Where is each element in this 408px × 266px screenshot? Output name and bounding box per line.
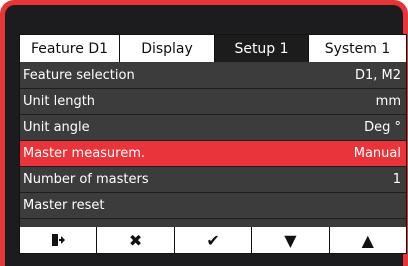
row-number-of-masters[interactable]: Number of masters 1	[20, 167, 406, 193]
row-value: D1, M2	[354, 68, 401, 83]
softkey-bar: ✖ ✔ ▼ ▲	[20, 227, 406, 253]
confirm-icon: ✔	[206, 230, 220, 250]
settings-list: Feature selection D1, M2 Unit length mm …	[20, 63, 406, 219]
tab-feature[interactable]: Feature D1	[20, 35, 120, 62]
exit-button[interactable]	[20, 227, 98, 253]
tab-system[interactable]: System 1	[309, 35, 406, 62]
row-master-reset[interactable]: Master reset	[20, 193, 406, 219]
row-label: Number of masters	[23, 172, 149, 187]
row-label: Unit length	[23, 94, 96, 109]
tab-bar: Feature D1 Display Setup 1 System 1	[20, 35, 406, 62]
row-label: Master measurem.	[23, 146, 146, 161]
arrow-down-icon: ▼	[284, 230, 297, 250]
display-screen: Feature D1 Display Setup 1 System 1 Feat…	[19, 34, 407, 254]
cancel-icon: ✖	[128, 230, 143, 250]
row-unit-length[interactable]: Unit length mm	[20, 89, 406, 115]
row-label: Unit angle	[23, 120, 90, 135]
row-master-measurement[interactable]: Master measurem. Manual	[20, 141, 406, 167]
tab-display[interactable]: Display	[120, 35, 215, 62]
arrow-up-icon: ▲	[361, 230, 374, 250]
row-label: Master reset	[23, 198, 105, 213]
device-bezel: Feature D1 Display Setup 1 System 1 Feat…	[5, 5, 407, 266]
confirm-button[interactable]: ✔	[175, 227, 253, 253]
exit-icon	[51, 233, 66, 247]
up-button[interactable]: ▲	[330, 227, 406, 253]
row-value: Manual	[353, 146, 401, 161]
tab-setup[interactable]: Setup 1	[215, 35, 309, 62]
row-value: mm	[375, 94, 401, 109]
cancel-button[interactable]: ✖	[97, 227, 175, 253]
down-button[interactable]: ▼	[252, 227, 330, 253]
device-frame: Feature D1 Display Setup 1 System 1 Feat…	[0, 0, 408, 266]
row-label: Feature selection	[23, 68, 135, 83]
row-value: 1	[392, 172, 401, 187]
row-feature-selection[interactable]: Feature selection D1, M2	[20, 63, 406, 89]
row-value: Deg °	[364, 120, 401, 135]
row-unit-angle[interactable]: Unit angle Deg °	[20, 115, 406, 141]
